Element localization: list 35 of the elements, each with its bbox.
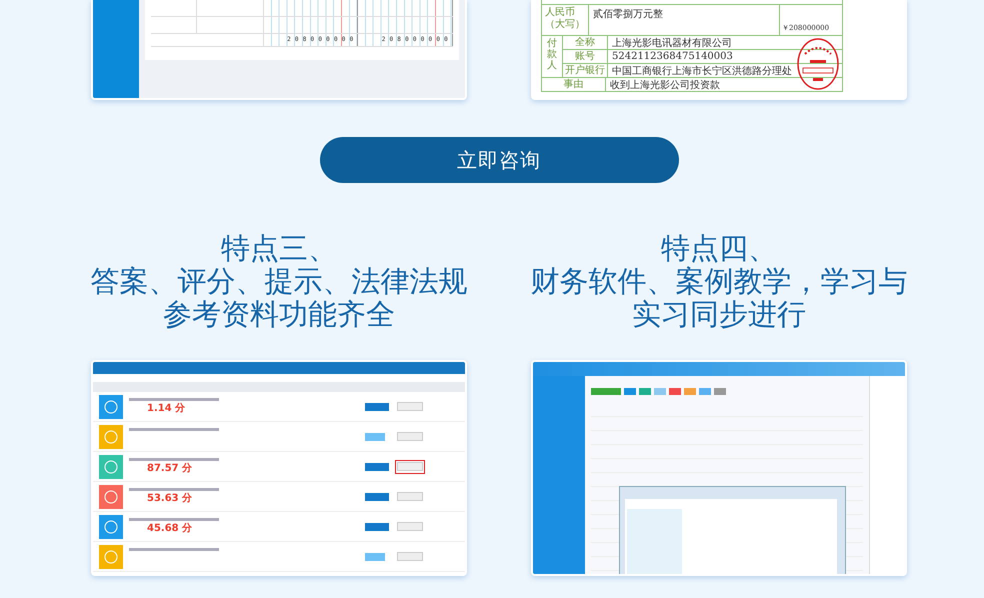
- feature-heading-line: 特点四、: [661, 232, 777, 265]
- score-text: 87.57 分: [147, 463, 192, 474]
- field-label: 开户银行: [563, 64, 608, 77]
- field-value: 5242112368475140003: [611, 51, 733, 62]
- stamp-drawing: [797, 38, 839, 90]
- feature-heading-line: 实习同步进行: [632, 298, 806, 331]
- field-value: 上海光影电讯器材有限公司: [611, 36, 732, 50]
- feature-heading-line: 特点三、: [221, 232, 337, 265]
- view-button[interactable]: [397, 462, 423, 471]
- view-button[interactable]: [397, 402, 423, 411]
- amount-words: 贰佰零捌万元整: [592, 8, 664, 22]
- review-button[interactable]: [365, 462, 389, 470]
- field-value: 中国工商银行上海市长宁区洪德路分理处: [611, 64, 792, 78]
- field-label: 付款人: [542, 36, 563, 77]
- score-text: 45.68 分: [147, 523, 192, 534]
- field-label: 事由: [542, 78, 606, 91]
- field-label: 全称: [563, 36, 608, 49]
- start-button[interactable]: [365, 432, 385, 440]
- review-button[interactable]: [365, 402, 389, 410]
- view-button[interactable]: [397, 432, 423, 441]
- start-button[interactable]: [365, 552, 385, 560]
- view-button[interactable]: [397, 522, 423, 531]
- view-button[interactable]: [397, 492, 423, 501]
- feature-heading-line: 参考资料功能齐全: [163, 298, 395, 331]
- field-label: 账号: [563, 50, 608, 63]
- feature-heading-line: 财务软件、案例教学，学习与: [530, 265, 908, 298]
- review-button[interactable]: [365, 522, 389, 530]
- view-button[interactable]: [397, 552, 423, 561]
- feature-heading-line: 答案、评分、提示、法律法规: [90, 265, 468, 298]
- field-label: 人民币（大写）: [542, 5, 589, 35]
- consult-button[interactable]: 立即咨询: [320, 137, 678, 183]
- score-text: 1.14 分: [147, 403, 186, 414]
- score-text: 53.63 分: [147, 493, 192, 504]
- review-button[interactable]: [365, 492, 389, 500]
- field-value: 收到上海光影公司投资款: [609, 78, 720, 92]
